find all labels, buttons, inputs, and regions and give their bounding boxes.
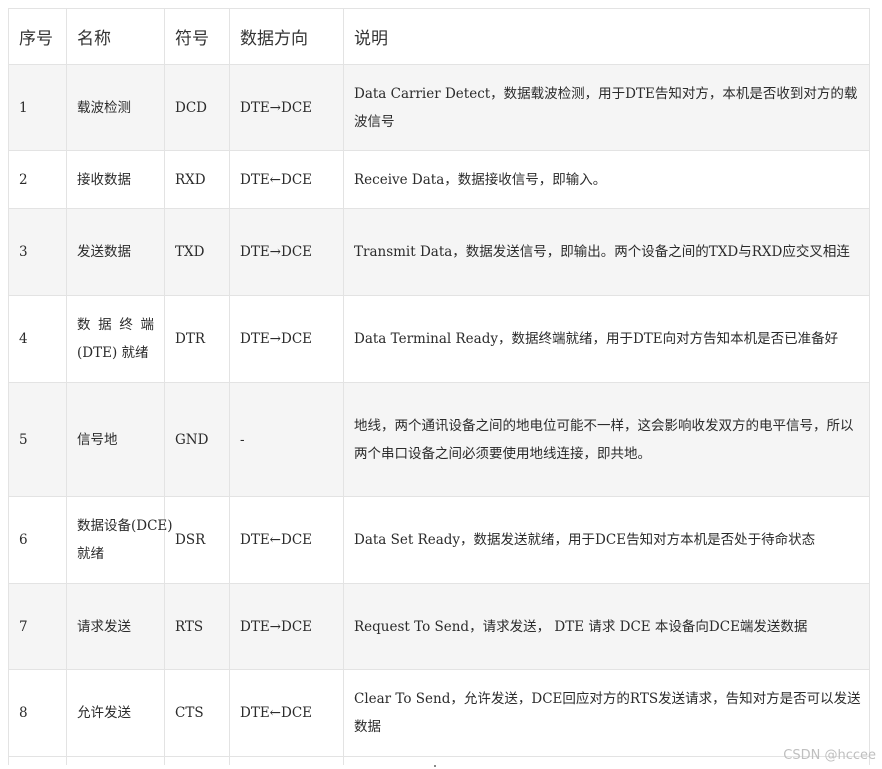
row-description: Data Terminal Ready，数据终端就绪，用于DTE向对方告知本机是… <box>343 295 870 383</box>
row-symbol: DCD <box>164 64 230 151</box>
row-name: 数据终端 (DTE) 就绪 <box>66 295 165 383</box>
row-symbol: TXD <box>164 208 230 296</box>
row-name-line2: 就绪 <box>77 546 104 562</box>
row-name-line1: 数据终端 <box>77 317 154 333</box>
row-num: 1 <box>8 64 67 151</box>
header-num: 序号 <box>8 8 67 65</box>
header-name: 名称 <box>66 8 165 65</box>
row-num: 5 <box>8 382 67 497</box>
row-num: 6 <box>8 496 67 584</box>
row-name-line2: (DTE) 就绪 <box>77 345 149 361</box>
row-cut-cell <box>8 756 67 765</box>
watermark: CSDN @hccee <box>783 748 876 763</box>
table-row: 2 接收数据 RXD DTE←DCE Receive Data，数据接收信号，即… <box>8 150 870 209</box>
row-num: 2 <box>8 150 67 209</box>
header-row: 序号 名称 符号 数据方向 说明 <box>8 8 870 65</box>
row-name: 数据设备(DCE) 就绪 <box>66 496 173 584</box>
table-row: 4 数据终端 (DTE) 就绪 DTR DTE→DCE Data Termina… <box>8 295 870 383</box>
row-symbol: RXD <box>164 150 230 209</box>
row-cut-cell <box>164 756 230 765</box>
stray-dot <box>434 765 436 767</box>
row-direction: - <box>229 382 344 497</box>
row-direction: DTE→DCE <box>229 583 344 670</box>
row-name-line1: 数据设备(DCE) <box>77 518 173 534</box>
row-num: 4 <box>8 295 67 383</box>
row-symbol: GND <box>164 382 230 497</box>
table-header: 序号 名称 符号 数据方向 说明 <box>8 8 870 65</box>
header-direction: 数据方向 <box>229 8 344 65</box>
table-row: 3 发送数据 TXD DTE→DCE Transmit Data，数据发送信号，… <box>8 208 870 296</box>
row-direction: DTE→DCE <box>229 64 344 151</box>
signal-table: 序号 名称 符号 数据方向 说明 1 载波检测 DCD DTE→DCE Data… <box>8 8 870 765</box>
row-direction: DTE←DCE <box>229 496 344 584</box>
row-symbol: DSR <box>164 496 230 584</box>
row-description: Receive Data，数据接收信号，即输入。 <box>343 150 870 209</box>
table-row: 1 载波检测 DCD DTE→DCE Data Carrier Detect，数… <box>8 64 870 151</box>
table-row: 6 数据设备(DCE) 就绪 DSR DTE←DCE Data Set Read… <box>8 496 870 584</box>
row-description: Request To Send，请求发送， DTE 请求 DCE 本设备向DCE… <box>343 583 870 670</box>
row-name: 请求发送 <box>66 583 165 670</box>
table-row-cut <box>8 756 870 765</box>
row-cut-cell <box>229 756 344 765</box>
row-cut-cell <box>66 756 165 765</box>
row-num: 3 <box>8 208 67 296</box>
row-name: 载波检测 <box>66 64 165 151</box>
table-row: 5 信号地 GND - 地线，两个通讯设备之间的地电位可能不一样，这会影响收发双… <box>8 382 870 497</box>
row-name: 允许发送 <box>66 669 165 757</box>
row-description: Transmit Data，数据发送信号，即输出。两个设备之间的TXD与RXD应… <box>343 208 870 296</box>
row-symbol: CTS <box>164 669 230 757</box>
header-description: 说明 <box>343 8 870 65</box>
row-name: 信号地 <box>66 382 165 497</box>
row-name: 发送数据 <box>66 208 165 296</box>
row-symbol: DTR <box>164 295 230 383</box>
row-num: 8 <box>8 669 67 757</box>
row-direction: DTE←DCE <box>229 150 344 209</box>
table-row: 7 请求发送 RTS DTE→DCE Request To Send，请求发送，… <box>8 583 870 670</box>
row-direction: DTE→DCE <box>229 208 344 296</box>
row-direction: DTE←DCE <box>229 669 344 757</box>
row-symbol: RTS <box>164 583 230 670</box>
table-row: 8 允许发送 CTS DTE←DCE Clear To Send，允许发送，DC… <box>8 669 870 757</box>
row-direction: DTE→DCE <box>229 295 344 383</box>
row-num: 7 <box>8 583 67 670</box>
header-symbol: 符号 <box>164 8 230 65</box>
row-description: Data Set Ready，数据发送就绪，用于DCE告知对方本机是否处于待命状… <box>343 496 870 584</box>
row-description: Data Carrier Detect，数据载波检测，用于DTE告知对方，本机是… <box>343 64 870 151</box>
table-body: 1 载波检测 DCD DTE→DCE Data Carrier Detect，数… <box>8 64 870 765</box>
row-description: Clear To Send，允许发送，DCE回应对方的RTS发送请求，告知对方是… <box>343 669 870 757</box>
row-name: 接收数据 <box>66 150 165 209</box>
row-description: 地线，两个通讯设备之间的地电位可能不一样，这会影响收发双方的电平信号，所以两个串… <box>343 382 870 497</box>
